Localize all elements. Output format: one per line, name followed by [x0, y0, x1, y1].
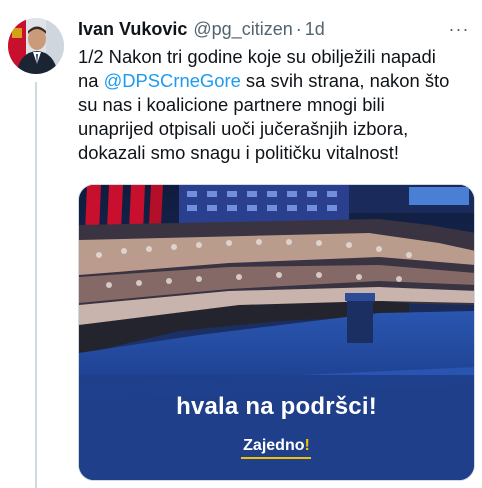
author-handle[interactable]: @pg_citizen: [193, 19, 292, 40]
thread-line: [35, 82, 37, 488]
tweet-text-fragment: na: [78, 70, 104, 91]
tweet-text-line: unaprijed otpisali uoči jučerašnjih izbo…: [78, 118, 409, 139]
separator-dot: ·: [295, 18, 302, 39]
tweet-text-line: 1/2 Nakon tri godine koje su obilježili …: [78, 46, 436, 67]
mention-link[interactable]: @DPSCrneGore: [104, 70, 241, 91]
tweet-text-fragment: sa svih strana, nakon što: [240, 70, 450, 91]
tweet-time[interactable]: 1d: [305, 19, 325, 40]
tweet-header: Ivan Vukovic @pg_citizen · 1d ···: [78, 16, 474, 42]
tweet-text-line: su nas i koalicione partnere mnogi bili: [78, 94, 385, 115]
tweet-image[interactable]: hvala na podršci! Zajedno!: [78, 184, 475, 481]
brand-word: Zajedno: [243, 437, 305, 454]
tweet-text-line: dokazali smo snagu i političku vitalnost…: [78, 142, 399, 163]
avatar-photo: [8, 18, 64, 74]
brand-logo: Zajedno!: [79, 437, 474, 455]
tweet-text: 1/2 Nakon tri godine koje su obilježili …: [78, 45, 474, 165]
author-name[interactable]: Ivan Vukovic: [78, 19, 187, 40]
brand-underline: [241, 457, 311, 459]
image-caption: hvala na podršci!: [176, 393, 377, 420]
brand-mark: !: [304, 437, 310, 454]
author-avatar[interactable]: [8, 18, 64, 74]
tweet-text-line: na @DPSCrneGore sa svih strana, nakon št…: [78, 69, 474, 93]
more-options-icon[interactable]: ···: [444, 16, 474, 42]
